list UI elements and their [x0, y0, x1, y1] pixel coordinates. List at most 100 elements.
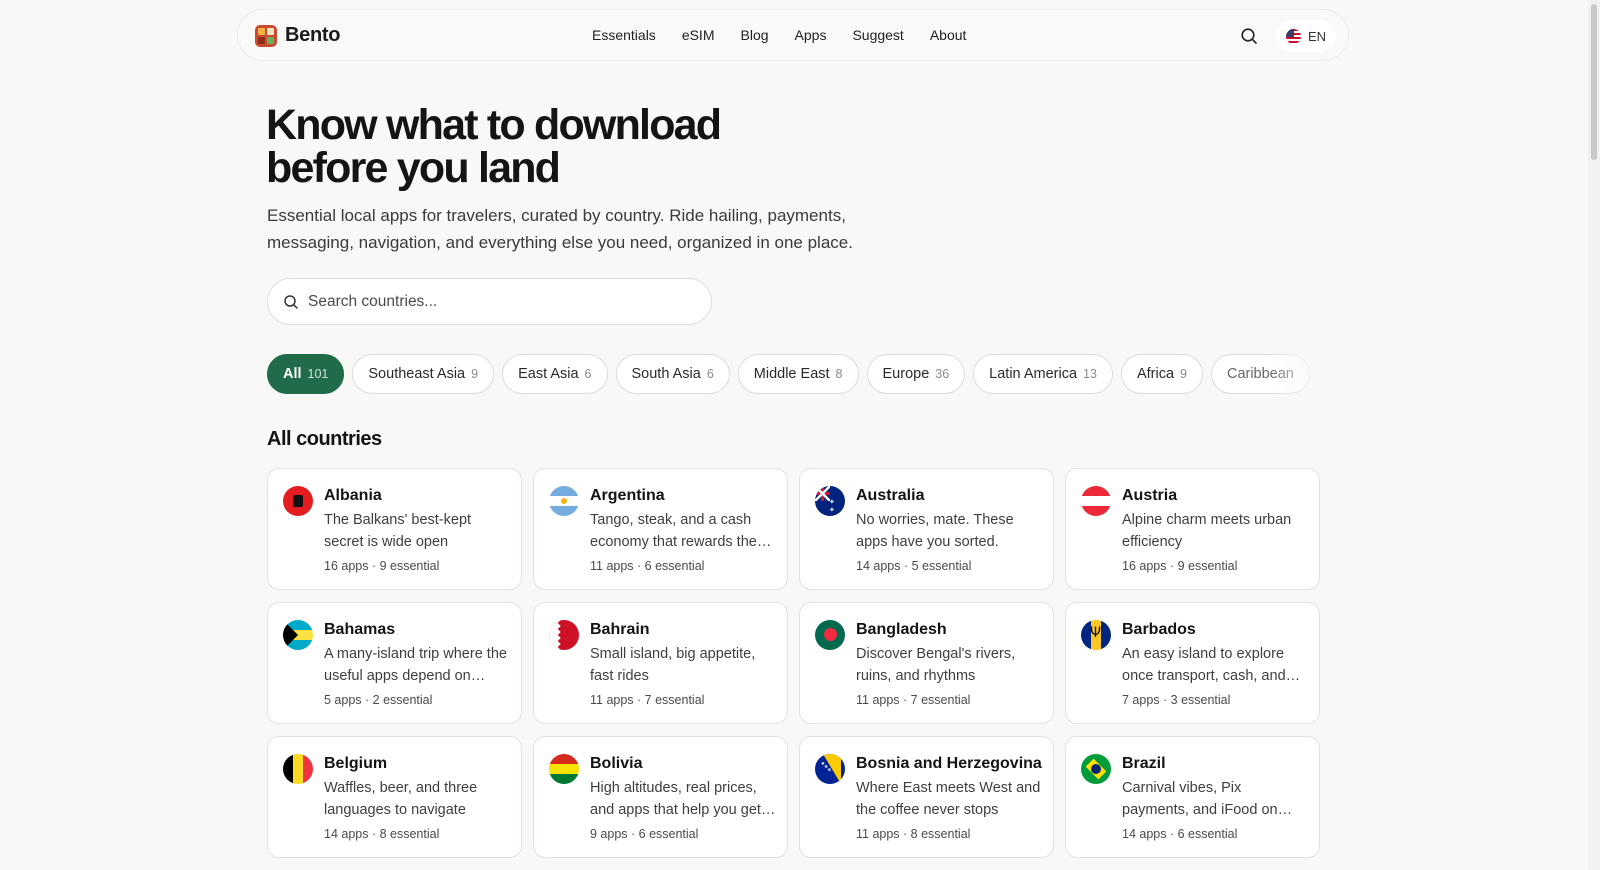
country-card-australia[interactable]: Australia No worries, mate. These apps h… — [799, 468, 1054, 590]
filter-chip-europe[interactable]: Europe 36 — [866, 354, 966, 394]
country-description: Small island, big appetite, fast rides — [590, 646, 756, 684]
country-description: Tango, steak, and a cash economy that re… — [590, 512, 757, 550]
country-description: A many-island trip where the useful apps… — [324, 646, 507, 684]
australia-flag-icon — [815, 486, 845, 516]
country-card-bolivia[interactable]: Bolivia High altitudes, real prices, and… — [533, 736, 788, 858]
bahamas-flag-icon — [283, 620, 313, 650]
filter-label: All — [283, 366, 302, 382]
belgium-flag-icon — [283, 754, 313, 784]
filter-chip-latin-america[interactable]: Latin America 13 — [973, 354, 1113, 394]
search-input[interactable] — [308, 279, 698, 324]
country-description: Discover Bengal's rivers, ruins, and rhy… — [856, 646, 1016, 684]
country-card-austria[interactable]: Austria Alpine charm meets urban efficie… — [1065, 468, 1320, 590]
filter-label: Africa — [1136, 366, 1175, 382]
country-name: Albania — [324, 487, 382, 504]
country-name: Bahrain — [590, 621, 650, 638]
filter-chip-all[interactable]: All 101 — [267, 354, 345, 394]
austria-flag-icon — [1081, 486, 1111, 516]
filter-count: 9 — [471, 367, 479, 381]
country-name: Bolivia — [590, 755, 643, 772]
site-header: Bento Essentials eSIM Blog Apps Suggest … — [237, 9, 1349, 61]
filter-chip-south-asia[interactable]: South Asia 6 — [615, 354, 730, 394]
nav-apps[interactable]: Apps — [795, 27, 827, 43]
bangladesh-flag-icon — [815, 620, 845, 650]
country-card-bosnia-and-herzegovina[interactable]: Bosnia and Herzegovina Where East meets … — [799, 736, 1054, 858]
bolivia-flag-icon — [549, 754, 579, 784]
country-name: Bangladesh — [856, 621, 947, 638]
country-card-belgium[interactable]: Belgium Waffles, beer, and three languag… — [267, 736, 522, 858]
country-description: No worries, mate. These apps have you so… — [856, 512, 1014, 550]
country-meta: 5 apps · 2 essential — [324, 693, 433, 707]
filter-chip-africa[interactable]: Africa 9 — [1120, 354, 1203, 394]
section-title: All countries — [267, 428, 382, 450]
country-name: Belgium — [324, 755, 388, 772]
country-grid: Albania The Balkans' best-kept secret is… — [267, 468, 1320, 858]
brand-link[interactable]: Bento — [255, 24, 340, 47]
hero-title: Know what to download before you land — [266, 101, 722, 192]
country-description: Alpine charm meets urban efficiency — [1122, 512, 1292, 550]
language-switcher[interactable]: EN — [1276, 20, 1337, 52]
bahrain-flag-icon — [549, 620, 579, 650]
country-meta: 11 apps · 7 essential — [590, 693, 705, 707]
nav-blog[interactable]: Blog — [741, 27, 769, 43]
nav-esim[interactable]: eSIM — [682, 27, 715, 43]
country-meta: 11 apps · 8 essential — [856, 827, 971, 841]
country-card-brazil[interactable]: Brazil Carnival vibes, Pix payments, and… — [1065, 736, 1320, 858]
nav-about[interactable]: About — [930, 27, 967, 43]
barbados-flag-icon — [1081, 620, 1111, 650]
country-description: Carnival vibes, Pix payments, and iFood … — [1122, 780, 1278, 818]
country-meta: 14 apps · 8 essential — [324, 827, 440, 841]
country-meta: 7 apps · 3 essential — [1122, 693, 1231, 707]
country-description: Waffles, beer, and three languages to na… — [324, 780, 478, 818]
country-description: The Balkans' best-kept secret is wide op… — [324, 512, 472, 550]
filter-label: East Asia — [518, 366, 579, 382]
filter-count: 13 — [1083, 367, 1097, 381]
nav-suggest[interactable]: Suggest — [852, 27, 903, 43]
country-card-bahamas[interactable]: Bahamas A many-island trip where the use… — [267, 602, 522, 724]
hero-title-line2: before you land — [266, 144, 561, 192]
country-card-barbados[interactable]: Barbados An easy island to explore once … — [1065, 602, 1320, 724]
country-meta: 11 apps · 6 essential — [590, 559, 705, 573]
language-code: EN — [1308, 28, 1327, 44]
country-card-argentina[interactable]: Argentina Tango, steak, and a cash econo… — [533, 468, 788, 590]
filter-count: 8 — [835, 367, 843, 381]
brand-name: Bento — [285, 24, 341, 46]
country-name: Argentina — [590, 487, 665, 504]
scrollbar-thumb[interactable] — [1591, 4, 1597, 160]
hero-title-line1: Know what to download — [266, 101, 722, 149]
nav-essentials[interactable]: Essentials — [592, 27, 656, 43]
filter-label: Europe — [882, 366, 930, 382]
country-meta: 9 apps · 6 essential — [590, 827, 699, 841]
filter-count: 101 — [307, 367, 329, 381]
country-name: Bosnia and Herzegovina — [856, 755, 1042, 772]
search-icon — [1241, 28, 1257, 44]
country-meta: 14 apps · 5 essential — [856, 559, 972, 573]
header-search-button[interactable] — [1238, 25, 1260, 47]
filter-label: South Asia — [631, 366, 701, 382]
us-flag-icon — [1286, 28, 1301, 44]
filter-count: 6 — [706, 367, 714, 381]
argentina-flag-icon — [549, 486, 579, 516]
country-card-albania[interactable]: Albania The Balkans' best-kept secret is… — [267, 468, 522, 590]
country-description: An easy island to explore once transport… — [1122, 646, 1286, 684]
country-search[interactable] — [267, 278, 712, 325]
country-name: Australia — [856, 487, 925, 504]
country-description: Where East meets West and the coffee nev… — [856, 780, 1041, 818]
region-filters: All 101 Southeast Asia 9 East Asia 6 South … — [267, 354, 1317, 394]
filter-chip-caribbean[interactable]: Caribbean — [1210, 354, 1310, 394]
country-card-bangladesh[interactable]: Bangladesh Discover Bengal's rivers, rui… — [799, 602, 1054, 724]
country-meta: 11 apps · 7 essential — [856, 693, 971, 707]
country-name: Brazil — [1122, 755, 1166, 772]
filter-count: 6 — [584, 367, 592, 381]
country-name: Austria — [1122, 487, 1178, 504]
hero-subtitle: Essential local apps for travelers, cura… — [267, 206, 853, 252]
filter-chip-middle-east[interactable]: Middle East 8 — [737, 354, 859, 394]
filter-label: Southeast Asia — [368, 366, 466, 382]
country-card-bahrain[interactable]: Bahrain Small island, big appetite, fast… — [533, 602, 788, 724]
filter-chip-east-asia[interactable]: East Asia 6 — [502, 354, 608, 394]
brazil-flag-icon — [1081, 754, 1111, 784]
page-scrollbar[interactable] — [1588, 0, 1600, 870]
country-meta: 16 apps · 9 essential — [324, 559, 440, 573]
bosnia-flag-icon — [815, 754, 845, 784]
filter-chip-southeast-asia[interactable]: Southeast Asia 9 — [352, 354, 495, 394]
